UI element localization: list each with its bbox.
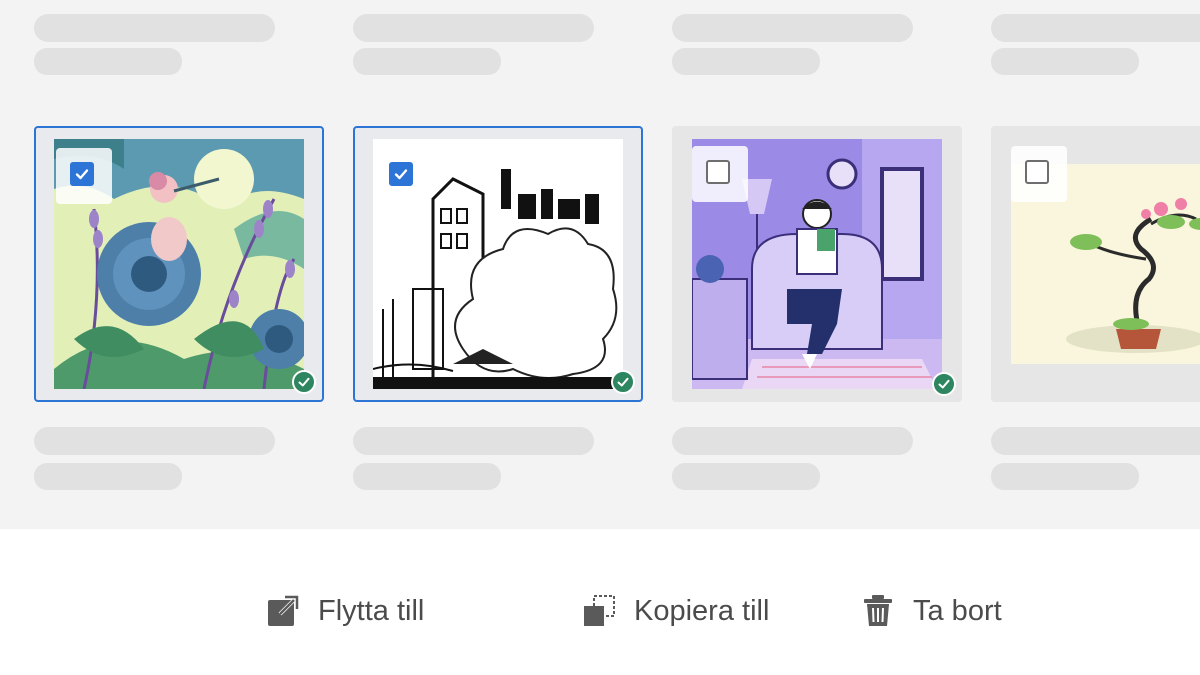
move-to-label: Flytta till <box>318 594 425 627</box>
checkmark-icon <box>394 169 408 180</box>
title-placeholder <box>353 14 594 42</box>
copy-to-icon <box>582 594 616 628</box>
sync-check-icon <box>932 372 956 396</box>
subtitle-placeholder <box>672 463 820 490</box>
asset-column <box>638 0 962 529</box>
title-placeholder <box>672 427 913 455</box>
subtitle-placeholder <box>991 48 1139 75</box>
subtitle-placeholder <box>991 463 1139 490</box>
title-placeholder <box>353 427 594 455</box>
move-to-button[interactable]: Flytta till <box>266 591 424 631</box>
asset-column <box>319 0 643 529</box>
asset-grid <box>0 0 1200 529</box>
title-placeholder <box>991 427 1200 455</box>
subtitle-placeholder <box>34 463 182 490</box>
asset-column <box>957 0 1200 529</box>
subtitle-placeholder <box>353 48 501 75</box>
copy-to-button[interactable]: Kopiera till <box>582 591 769 631</box>
asset-card-reading[interactable] <box>672 126 962 402</box>
subtitle-placeholder <box>672 48 820 75</box>
select-checkbox-wrapper[interactable] <box>1011 146 1067 202</box>
select-checkbox[interactable] <box>706 160 730 184</box>
copy-to-label: Kopiera till <box>634 594 770 627</box>
delete-button[interactable]: Ta bort <box>861 591 1002 631</box>
subtitle-placeholder <box>353 463 501 490</box>
sync-check-icon <box>611 370 635 394</box>
asset-card-flower[interactable] <box>34 126 324 402</box>
select-checkbox[interactable] <box>389 162 413 186</box>
title-placeholder <box>34 427 275 455</box>
asset-column <box>0 0 324 529</box>
subtitle-placeholder <box>34 48 182 75</box>
title-placeholder <box>672 14 913 42</box>
select-checkbox-wrapper[interactable] <box>375 148 431 204</box>
sync-check-icon <box>292 370 316 394</box>
checkmark-icon <box>75 169 89 180</box>
trash-icon <box>861 594 895 628</box>
select-checkbox[interactable] <box>1025 160 1049 184</box>
select-checkbox-wrapper[interactable] <box>692 146 748 202</box>
title-placeholder <box>991 14 1200 42</box>
select-checkbox-wrapper[interactable] <box>56 148 112 204</box>
asset-card-city[interactable] <box>353 126 643 402</box>
title-placeholder <box>34 14 275 42</box>
action-bar: Flytta till Kopiera till Ta bort <box>0 529 1200 675</box>
asset-card-bonsai[interactable] <box>991 126 1200 402</box>
select-checkbox[interactable] <box>70 162 94 186</box>
move-to-icon <box>266 594 300 628</box>
delete-label: Ta bort <box>913 594 1002 627</box>
